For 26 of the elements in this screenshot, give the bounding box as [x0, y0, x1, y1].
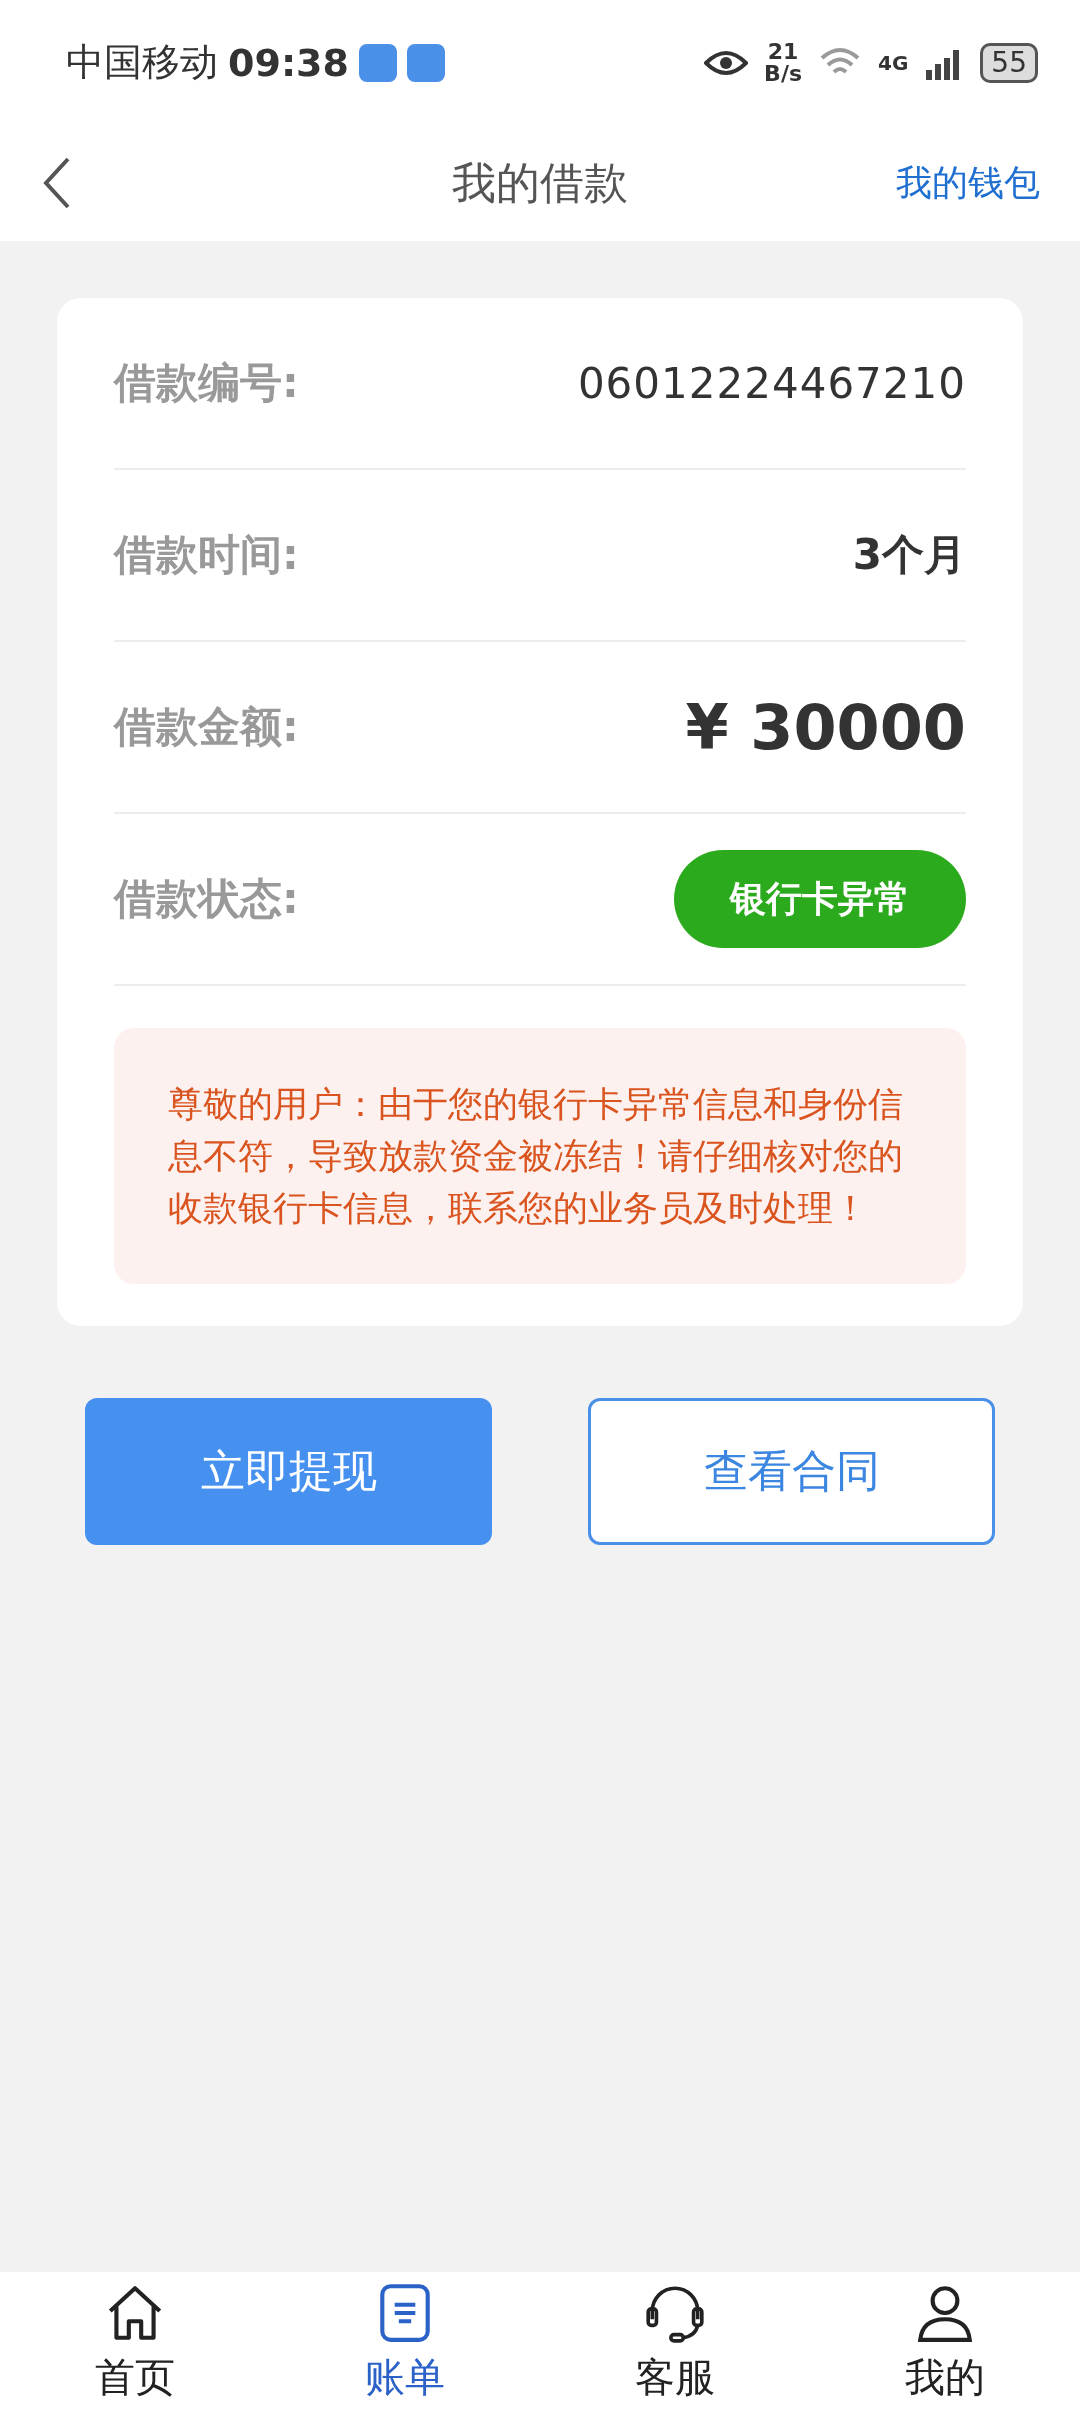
network-speed: 21 [767, 40, 799, 63]
contract-button[interactable]: 查看合同 [588, 1398, 995, 1545]
field-label: 借款金额: [114, 701, 299, 753]
field-label: 借款编号: [114, 357, 299, 409]
battery-level: 55 [980, 42, 1038, 83]
field-value: ¥ 30000 [685, 690, 966, 764]
tab-item[interactable]: 我的 [810, 2272, 1080, 2412]
clock: 09:38 [228, 40, 349, 85]
field-label: 借款时间: [114, 529, 299, 581]
warning-notice: 尊敬的用户：由于您的银行卡异常信息和身份信息不符，导致放款资金被冻结！请仔细核对您的收款银行卡信息，联系您的业务员及时处理！ [114, 1028, 966, 1284]
status-badge: 银行卡异常 [674, 850, 966, 948]
withdraw-button[interactable]: 立即提现 [85, 1398, 492, 1545]
wallet-link[interactable]: 我的钱包 [896, 158, 1040, 208]
tab-item[interactable]: 首页 [0, 2272, 270, 2412]
tab-item[interactable]: 客服 [540, 2272, 810, 2412]
app-notification-icon [406, 43, 445, 82]
field-value: 06012224467210 [577, 358, 966, 408]
network-speed-unit: B/s [764, 62, 802, 85]
tab-item[interactable]: 账单 [270, 2272, 540, 2412]
network-type: 4G [878, 50, 909, 75]
field-value: 3个月 [852, 529, 966, 581]
eye-icon [704, 48, 749, 77]
page-title: 我的借款 [452, 156, 628, 208]
app-notification-icon [358, 43, 397, 82]
field-label: 借款状态: [114, 873, 299, 925]
carrier-name: 中国移动 [66, 39, 218, 86]
